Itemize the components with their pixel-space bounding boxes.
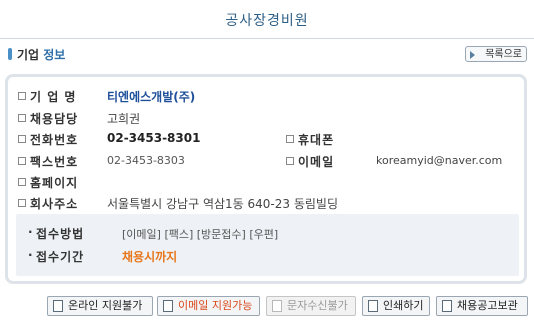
company-name-value: 티엔에스개발(주) bbox=[107, 90, 196, 104]
back-to-list-label: 목록으로 bbox=[485, 49, 522, 60]
phone-icon bbox=[272, 300, 282, 312]
online-apply-button[interactable]: 온라인 지원불가 bbox=[47, 296, 153, 316]
method-value: [이메일] [팩스] [방문접수] [우편] bbox=[122, 228, 279, 241]
dot-icon: · bbox=[28, 225, 33, 239]
email-value: koreamyid@naver.com bbox=[376, 154, 503, 167]
bullet-icon bbox=[18, 178, 26, 186]
dot-icon: · bbox=[28, 248, 33, 262]
bullet-icon bbox=[18, 92, 26, 100]
period-label: 접수기간 bbox=[36, 250, 85, 264]
application-box: · 접수방법 [이메일] [팩스] [방문접수] [우편] · 접수기간 채용시… bbox=[16, 214, 519, 276]
section-title: 기업 정보 bbox=[17, 48, 66, 62]
bullet-icon bbox=[18, 199, 26, 207]
phone-value: 02-3453-8301 bbox=[107, 131, 201, 145]
online-apply-label: 온라인 지원불가 bbox=[68, 299, 143, 312]
bullet-icon bbox=[18, 114, 26, 122]
company-name-label: 기 업 명 bbox=[30, 90, 77, 104]
email-label: 이메일 bbox=[298, 155, 335, 169]
section-bar-icon bbox=[8, 48, 12, 60]
mobile-label: 휴대폰 bbox=[298, 133, 335, 147]
contact-value: 고희권 bbox=[107, 112, 141, 126]
homepage-label: 홈페이지 bbox=[30, 176, 79, 190]
period-value: 채용시까지 bbox=[122, 250, 178, 264]
address-value: 서울특별시 강남구 역삼1동 640-23 동림빌딩 bbox=[107, 197, 338, 211]
bullet-icon bbox=[286, 157, 294, 165]
back-to-list-button[interactable]: 목록으로 bbox=[465, 46, 527, 62]
page-title: 공사장경비원 bbox=[225, 13, 309, 29]
contact-label: 채용담당 bbox=[30, 112, 79, 126]
email-apply-label: 이메일 지원가능 bbox=[178, 299, 253, 312]
bullet-icon bbox=[18, 157, 26, 165]
fax-label: 팩스번호 bbox=[30, 155, 79, 169]
print-label: 인쇄하기 bbox=[383, 299, 424, 312]
printer-icon bbox=[368, 300, 378, 312]
folder-icon bbox=[442, 300, 452, 312]
save-ad-button[interactable]: 채용공고보관 bbox=[436, 296, 528, 316]
triangle-right-icon bbox=[470, 51, 475, 59]
bullet-icon bbox=[286, 135, 294, 143]
email-apply-button[interactable]: 이메일 지원가능 bbox=[157, 296, 260, 316]
envelope-icon bbox=[163, 300, 173, 312]
address-label: 회사주소 bbox=[30, 197, 79, 211]
fax-value: 02-3453-8303 bbox=[107, 154, 185, 167]
save-ad-label: 채용공고보관 bbox=[457, 299, 518, 312]
sms-button[interactable]: 문자수신불가 bbox=[266, 296, 356, 316]
company-info-box: 기 업 명 티엔에스개발(주) 채용담당 고희권 전화번호 02-3453-83… bbox=[5, 74, 527, 284]
sms-label: 문자수신불가 bbox=[287, 299, 348, 312]
title-bar: 공사장경비원 bbox=[0, 0, 534, 39]
bullet-icon bbox=[18, 135, 26, 143]
print-button[interactable]: 인쇄하기 bbox=[362, 296, 430, 316]
monitor-icon bbox=[53, 300, 63, 312]
phone-label: 전화번호 bbox=[30, 133, 79, 147]
method-label: 접수방법 bbox=[36, 227, 85, 241]
